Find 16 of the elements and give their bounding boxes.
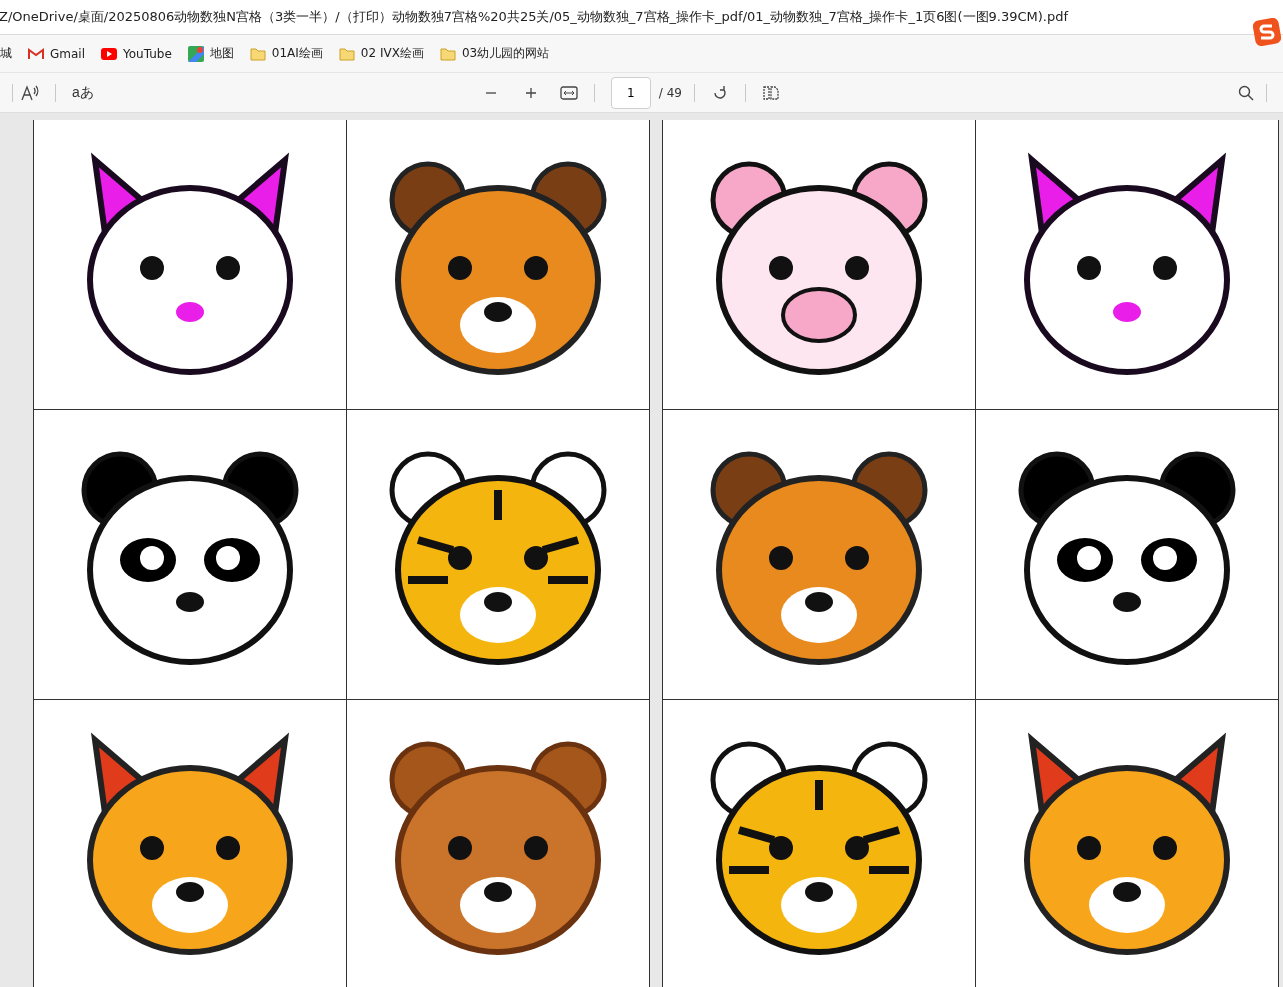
- bookmark-link[interactable]: 01AI绘画: [249, 45, 323, 62]
- bookmark-link[interactable]: 03幼儿园的网站: [439, 45, 550, 62]
- folder-icon: [249, 46, 266, 61]
- bookmark-link[interactable]: 城: [0, 45, 12, 62]
- mail-icon: [28, 47, 44, 60]
- bookmark-link[interactable]: YouTube: [101, 46, 172, 61]
- page-number-field[interactable]: 1: [610, 76, 651, 109]
- bookmark-link[interactable]: 02 IVX绘画: [338, 45, 424, 62]
- folder-icon: [338, 46, 355, 61]
- translate-button[interactable]: aあ: [68, 79, 98, 106]
- address-url[interactable]: Z/OneDrive/桌面/20250806动物数独N宫格（3类一半）/（打印）动物数独7宫格%20共25关/05_动物数独_7宫格_操作卡_pdf/01_动物数独_7宫格_操作卡_1页6图(一图9.39CM).pdf: [0, 8, 1069, 26]
- page-count: / 49: [658, 85, 682, 100]
- play-icon: [101, 47, 117, 60]
- bookmark-link[interactable]: 地图: [187, 45, 234, 62]
- folder-icon: [439, 46, 456, 61]
- bookmark-link[interactable]: Gmail: [28, 46, 85, 61]
